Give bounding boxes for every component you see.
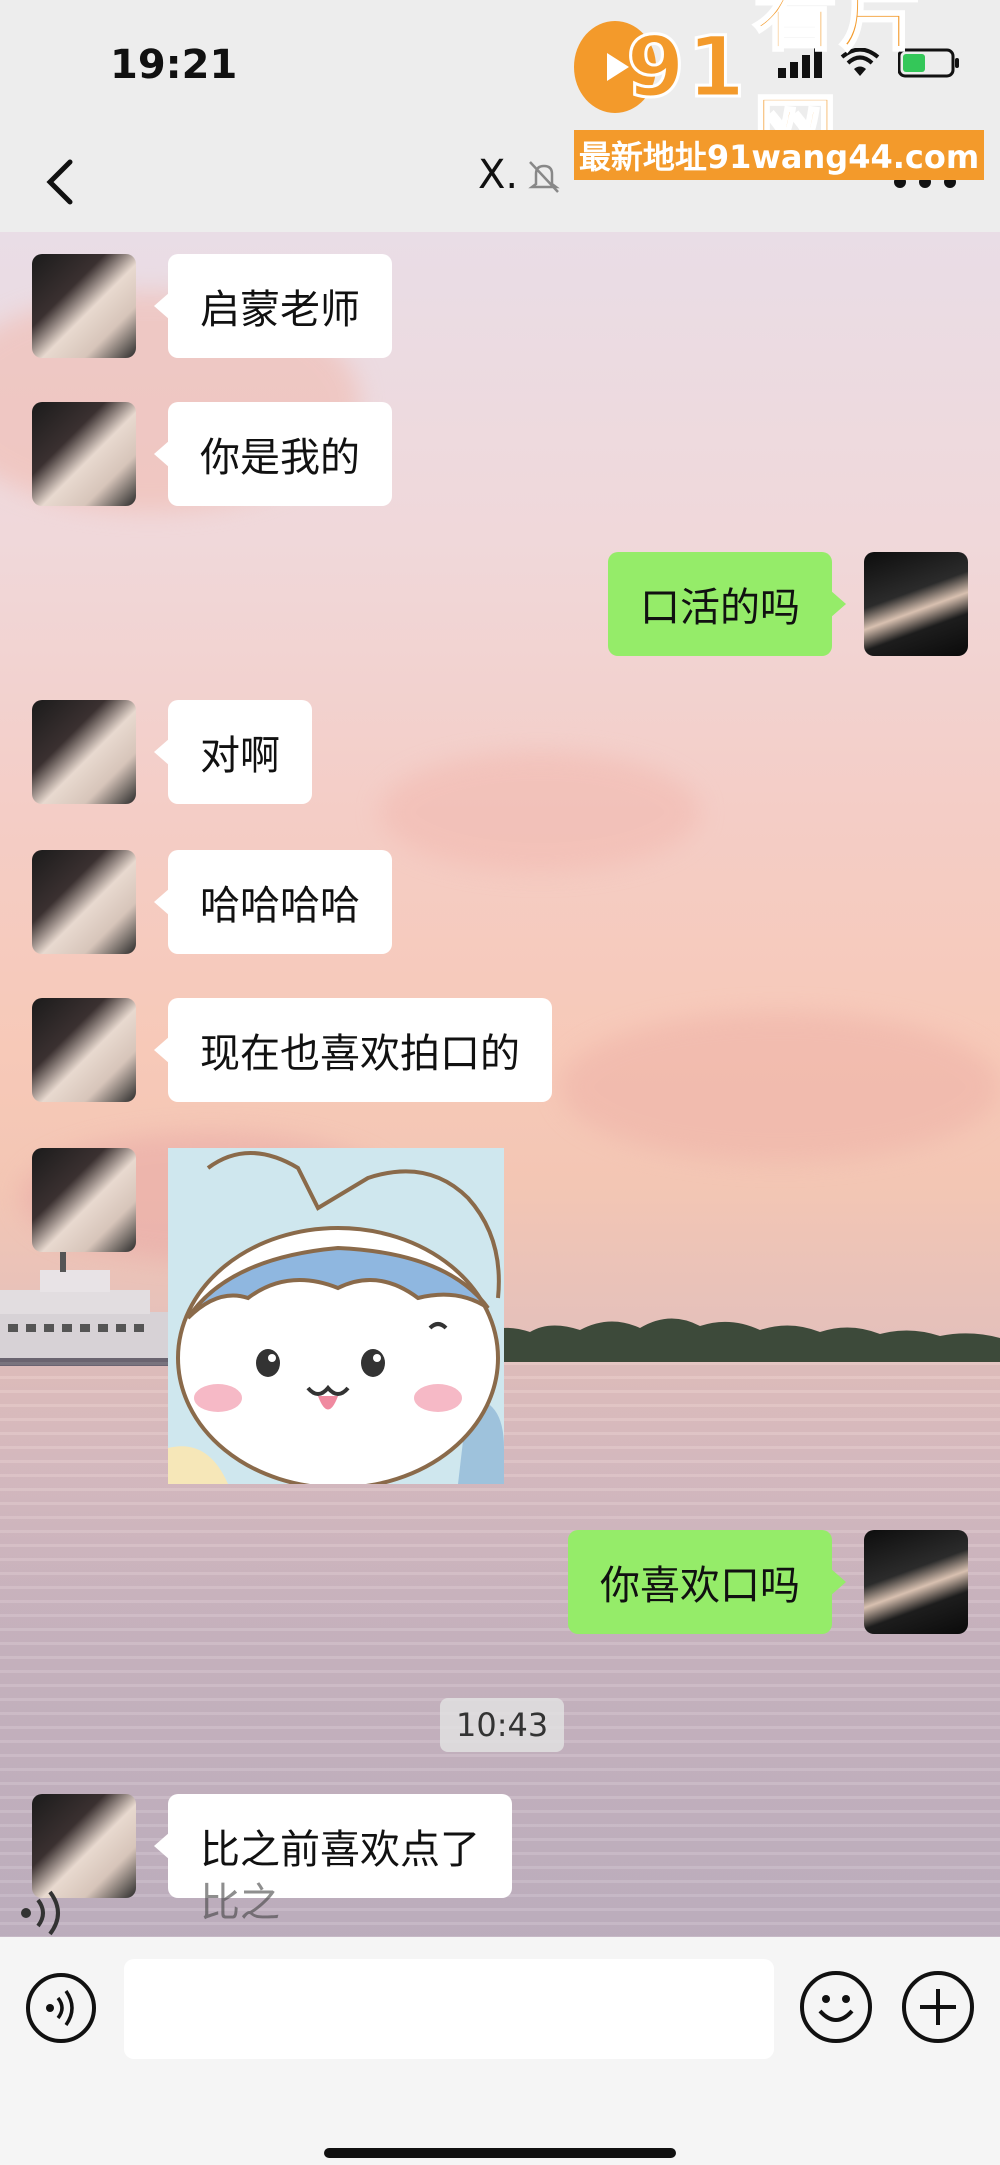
sticker-message[interactable] bbox=[168, 1148, 504, 1484]
contact-avatar[interactable] bbox=[32, 700, 136, 804]
message-bubble-received[interactable]: 现在也喜欢拍口的 bbox=[154, 998, 552, 1102]
self-avatar[interactable] bbox=[864, 1530, 968, 1634]
message-text: 现在也喜欢拍口的 bbox=[200, 1031, 520, 1077]
message-bubble-received[interactable]: 哈哈哈哈 bbox=[154, 850, 392, 954]
contact-avatar[interactable] bbox=[32, 850, 136, 954]
contact-avatar[interactable] bbox=[32, 402, 136, 506]
message-text: 你是我的 bbox=[200, 435, 360, 481]
contact-avatar[interactable] bbox=[32, 1794, 136, 1898]
watermark-number: 91 bbox=[625, 17, 748, 118]
cartoon-sticker-image bbox=[168, 1148, 504, 1484]
back-icon[interactable] bbox=[40, 152, 80, 212]
tree-line bbox=[440, 1318, 1000, 1362]
voice-icon bbox=[46, 1989, 74, 2027]
voice-input-button[interactable] bbox=[26, 1973, 96, 2043]
self-avatar[interactable] bbox=[864, 552, 968, 656]
emoji-button[interactable] bbox=[800, 1971, 872, 2043]
message-bubble-received[interactable]: 你是我的 bbox=[154, 402, 392, 506]
message-text: 口活的吗 bbox=[640, 585, 800, 631]
message-text: 对啊 bbox=[200, 733, 280, 779]
contact-avatar[interactable] bbox=[32, 998, 136, 1102]
plus-icon bbox=[920, 1989, 956, 2025]
voice-wave-icon bbox=[21, 1890, 60, 1936]
smiley-icon bbox=[818, 1995, 854, 2022]
message-text: 哈哈哈哈 bbox=[200, 883, 360, 929]
status-time: 19:21 bbox=[110, 42, 238, 88]
cloud bbox=[560, 1012, 1000, 1162]
message-input[interactable] bbox=[124, 1959, 774, 2059]
contact-avatar[interactable] bbox=[32, 254, 136, 358]
message-text: 你喜欢口吗 bbox=[600, 1563, 800, 1609]
message-bubble-received[interactable]: 启蒙老师 bbox=[154, 254, 392, 358]
more-actions-button[interactable] bbox=[902, 1971, 974, 2043]
cloud bbox=[380, 752, 700, 872]
contact-avatar[interactable] bbox=[32, 1148, 136, 1252]
ferry-ship bbox=[0, 1242, 170, 1366]
message-bubble-received[interactable]: 对啊 bbox=[154, 700, 312, 804]
message-bubble-sent[interactable]: 你喜欢口吗 bbox=[568, 1530, 846, 1634]
message-text: 启蒙老师 bbox=[200, 287, 360, 333]
message-timestamp: 10:43 bbox=[440, 1698, 565, 1752]
home-indicator[interactable] bbox=[324, 2148, 676, 2158]
message-text: 比之前喜欢点了 bbox=[200, 1827, 480, 1873]
mute-bell-icon bbox=[528, 161, 560, 193]
chat-title: X. bbox=[478, 152, 519, 198]
partial-message-text: 比之 bbox=[200, 1880, 280, 1926]
watermark: 91 看片网 最新地址91wang44.com bbox=[574, 0, 984, 185]
input-bar bbox=[0, 1937, 1000, 2165]
watermark-logo: 91 看片网 bbox=[574, 0, 984, 185]
message-bubble-sent[interactable]: 口活的吗 bbox=[608, 552, 846, 656]
watermark-subtext: 最新地址91wang44.com bbox=[574, 130, 984, 180]
